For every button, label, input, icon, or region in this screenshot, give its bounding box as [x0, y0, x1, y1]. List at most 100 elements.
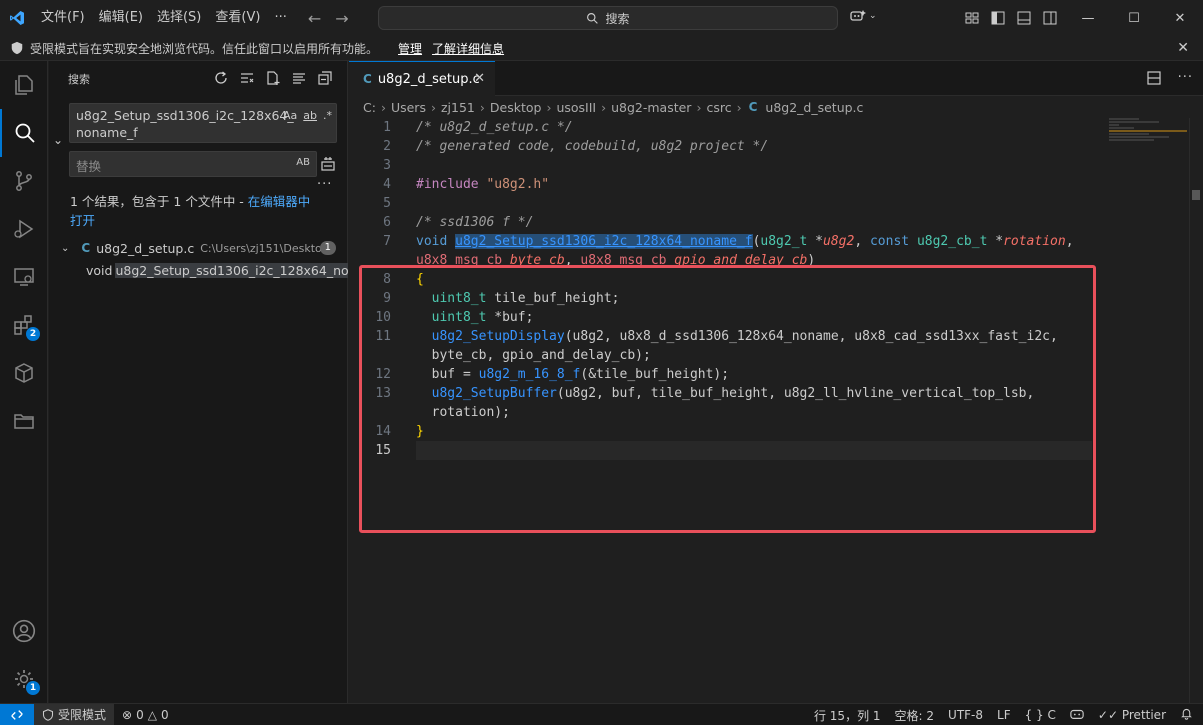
breadcrumb-item[interactable]: Users — [391, 100, 426, 115]
language-mode[interactable]: { } C — [1025, 708, 1056, 722]
open-in-editor-link-2[interactable]: 打开 — [70, 213, 95, 228]
remote-indicator-icon[interactable] — [0, 703, 34, 725]
replace-input[interactable]: 替换 AB — [69, 151, 317, 177]
chevron-down-icon[interactable]: ⌄ — [61, 243, 69, 254]
search-view-icon[interactable] — [0, 109, 48, 157]
collapse-all-icon[interactable] — [317, 70, 333, 86]
more-actions-icon[interactable]: ··· — [1178, 70, 1193, 90]
toggle-replace-chevron-icon[interactable]: ⌄ — [53, 133, 63, 147]
status-bar: 受限模式 ⊗ 0 △ 0 行 15，列 1 空格: 2 UTF-8 LF { }… — [0, 703, 1203, 725]
breadcrumb-item[interactable]: usosIII — [556, 100, 596, 115]
account-icon[interactable] — [0, 607, 48, 655]
match-whole-word-toggle[interactable]: ab — [303, 107, 317, 124]
use-regex-toggle[interactable]: .* — [323, 107, 332, 124]
indentation[interactable]: 空格: 2 — [895, 707, 935, 724]
close-window-icon[interactable]: ✕ — [1157, 0, 1203, 36]
editor-tab-active[interactable]: C u8g2_d_setup.c ✕ — [349, 61, 495, 96]
breadcrumb-file[interactable]: u8g2_d_setup.c — [765, 100, 863, 115]
code-line: 11 u8g2_SetupDisplay(u8g2, u8x8_d_ssd130… — [349, 327, 1149, 346]
copilot-button[interactable]: ⌄ — [849, 8, 877, 24]
result-file-row[interactable]: ⌄ C u8g2_d_setup.c C:\Users\zj151\Deskto… — [61, 237, 348, 259]
line-number: 6 — [383, 215, 391, 230]
end-of-line[interactable]: LF — [997, 708, 1011, 722]
customize-layout-icon[interactable] — [964, 10, 980, 26]
code-line: 12 buf = u8g2_m_16_8_f(&tile_buf_height)… — [349, 365, 1149, 384]
encoding[interactable]: UTF-8 — [948, 708, 983, 722]
package-icon[interactable] — [0, 349, 48, 397]
tab-close-icon[interactable]: ✕ — [474, 71, 485, 86]
restricted-mode-label: 受限模式 — [58, 708, 107, 722]
forward-arrow-icon[interactable]: → — [335, 9, 348, 28]
line-number: 8 — [383, 272, 391, 287]
result-match-row[interactable]: void u8g2_Setup_ssd1306_i2c_128x64_nona.… — [86, 259, 348, 281]
replace-all-icon[interactable] — [320, 156, 336, 176]
explorer-icon[interactable] — [0, 61, 48, 109]
problems-status[interactable]: ⊗ 0 △ 0 — [114, 708, 177, 722]
line-number: 12 — [375, 367, 391, 382]
toggle-search-details-icon[interactable]: ··· — [317, 177, 332, 192]
c-file-icon: C — [81, 241, 91, 255]
restricted-mode-banner: 受限模式旨在实现安全地浏览代码。信任此窗口以启用所有功能。 管理 了解详细信息 … — [0, 36, 1203, 61]
refresh-icon[interactable] — [213, 70, 229, 86]
code-line: 7 void u8g2_Setup_ssd1306_i2c_128x64_nona… — [349, 232, 1149, 251]
menu-edit[interactable]: 编辑(E) — [92, 0, 150, 36]
code-editor[interactable]: 1/* u8g2_d_setup.c */ 2/* generated code… — [349, 118, 1203, 703]
breadcrumb-item[interactable]: u8g2-master — [611, 100, 691, 115]
breadcrumb-item[interactable]: C: — [363, 100, 376, 115]
minimap[interactable] — [1109, 118, 1189, 178]
search-sidebar: 搜索 ⌄ u8g2_Setup_ssd1306_i2c_128x64_ nona… — [49, 61, 348, 703]
clear-results-icon[interactable] — [239, 70, 255, 86]
toggle-primary-sidebar-icon[interactable] — [990, 10, 1006, 26]
minimize-icon[interactable]: — — [1065, 0, 1111, 36]
folder-icon[interactable] — [0, 397, 48, 445]
warning-count: 0 — [160, 707, 169, 722]
copilot-status-icon[interactable] — [1070, 707, 1084, 724]
source-control-icon[interactable] — [0, 157, 48, 205]
code-line: 9 uint8_t tile_buf_height; — [349, 289, 1149, 308]
editor-actions: ··· — [1146, 70, 1193, 90]
toggle-panel-icon[interactable] — [1016, 10, 1032, 26]
banner-learn-more-link[interactable]: 了解详细信息 — [432, 40, 504, 57]
restricted-mode-status[interactable]: 受限模式 — [34, 703, 115, 725]
toggle-secondary-sidebar-icon[interactable] — [1042, 10, 1058, 26]
open-in-editor-link[interactable]: 在编辑器中 — [248, 194, 311, 209]
cursor-position[interactable]: 行 15，列 1 — [814, 707, 881, 724]
settings-gear-icon[interactable]: 1 — [0, 655, 48, 703]
copilot-icon — [850, 10, 866, 21]
prettier-status[interactable]: ✓✓ Prettier — [1098, 708, 1166, 722]
extensions-icon[interactable]: 2 — [0, 301, 48, 349]
menu-more[interactable]: ··· — [267, 0, 293, 36]
new-search-editor-icon[interactable] — [265, 70, 281, 86]
c-file-icon: C — [748, 100, 758, 114]
run-debug-icon[interactable] — [0, 205, 48, 253]
tab-bar: C u8g2_d_setup.c ✕ ··· — [349, 61, 1203, 96]
match-case-toggle[interactable]: Aa — [283, 107, 297, 124]
breadcrumb-item[interactable]: Desktop — [490, 100, 542, 115]
split-editor-icon[interactable] — [1146, 70, 1162, 90]
error-icon: ⊗ — [122, 707, 133, 722]
search-input[interactable]: u8g2_Setup_ssd1306_i2c_128x64_ noname_f … — [69, 103, 337, 143]
editor-scrollbar[interactable] — [1189, 118, 1203, 703]
menu-view[interactable]: 查看(V) — [208, 0, 267, 36]
banner-close-icon[interactable]: ✕ — [1177, 40, 1189, 56]
command-center-search[interactable]: 搜索 — [378, 6, 838, 30]
notifications-bell-icon[interactable] — [1180, 707, 1193, 723]
breadcrumb-item[interactable]: zj151 — [441, 100, 475, 115]
menu-bar: 文件(F) 编辑(E) 选择(S) 查看(V) ··· — [34, 0, 294, 36]
breadcrumb-item[interactable]: csrc — [706, 100, 731, 115]
layout-controls — [964, 10, 1058, 26]
menu-file[interactable]: 文件(F) — [34, 0, 92, 36]
back-arrow-icon[interactable]: ← — [308, 9, 321, 28]
search-input-line2: noname_f — [76, 125, 138, 140]
line-number: 7 — [383, 234, 391, 249]
line-number: 3 — [383, 158, 391, 173]
banner-manage-link[interactable]: 管理 — [398, 40, 422, 57]
c-file-icon: C — [363, 72, 372, 86]
chevron-down-icon: ⌄ — [869, 11, 877, 21]
scrollbar-thumb[interactable] — [1192, 190, 1200, 200]
menu-selection[interactable]: 选择(S) — [150, 0, 208, 36]
maximize-icon[interactable]: ☐ — [1111, 0, 1157, 36]
preserve-case-toggle[interactable]: AB — [296, 157, 310, 168]
view-as-tree-icon[interactable] — [291, 70, 307, 86]
remote-explorer-icon[interactable] — [0, 253, 48, 301]
